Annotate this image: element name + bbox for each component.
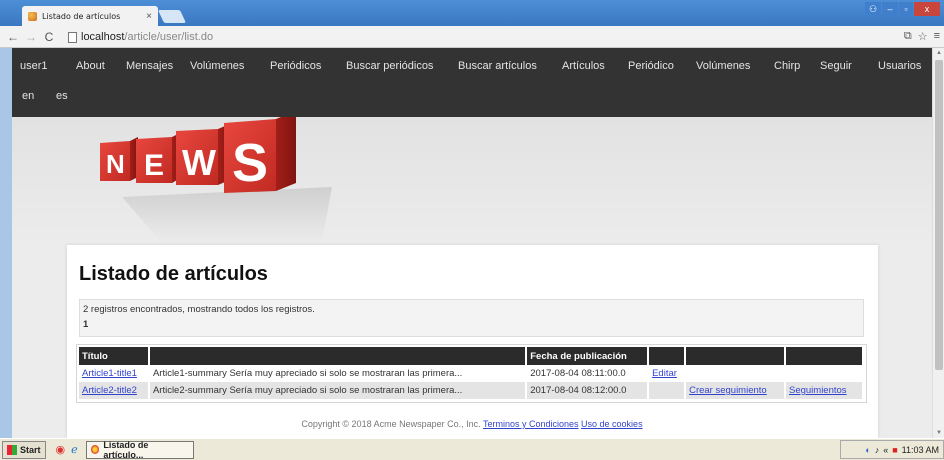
- page-scrollbar[interactable]: ▲ ▼: [932, 48, 944, 438]
- maximize-icon[interactable]: ▫: [899, 2, 913, 16]
- article-summary: Article2-summary Sería muy apreciado si …: [148, 382, 528, 399]
- column-header-title[interactable]: Título: [79, 347, 150, 365]
- top-navbar: user1 About Mensajes Volúmenes Periódicos Bus…: [12, 48, 932, 117]
- browser-tab[interactable]: Listado de artículos ×: [22, 6, 158, 26]
- nav-item-11[interactable]: Seguir: [820, 60, 852, 72]
- edit-link[interactable]: Editar: [652, 368, 677, 379]
- taskbar: Start ◉ ℯ Listado de artículo... ◐ ♪ « ■…: [0, 438, 944, 460]
- article-summary: Article1-summary Sería muy apreciado si …: [148, 365, 528, 382]
- new-tab-button[interactable]: [157, 10, 187, 23]
- clock: 11:03 AM: [901, 444, 939, 455]
- nav-item-8[interactable]: Periódico: [628, 60, 674, 72]
- banner-letter-s: S: [232, 133, 268, 193]
- table-row: Article1-title1 Article1-summary Sería m…: [79, 365, 865, 382]
- windows-flag-icon: [7, 444, 17, 455]
- close-window-icon[interactable]: x: [914, 2, 940, 16]
- start-button[interactable]: Start: [2, 440, 46, 459]
- minimize-icon[interactable]: –: [882, 2, 898, 16]
- scrollbar-thumb[interactable]: [935, 60, 943, 370]
- page-number[interactable]: 1: [83, 319, 860, 330]
- address-bar: ← → C localhost /article/user/list.do ⧉ …: [0, 26, 944, 48]
- nav-item-5[interactable]: Buscar periódicos: [346, 60, 433, 72]
- taskbar-item-browser[interactable]: Listado de artículo...: [85, 439, 194, 460]
- page-footer: Copyright © 2018 Acme Newspaper Co., Inc…: [12, 419, 932, 429]
- nav-item-9[interactable]: Volúmenes: [696, 60, 750, 72]
- nav-item-0[interactable]: user1: [20, 60, 48, 72]
- ie-quicklaunch-icon[interactable]: ℯ: [71, 443, 78, 456]
- banner-letter-w: W: [182, 142, 216, 183]
- articles-table: Título Fecha de publicación Article1-tit…: [79, 347, 865, 399]
- alert-icon[interactable]: ■: [892, 445, 897, 455]
- nav-item-10[interactable]: Chirp: [774, 60, 800, 72]
- column-header-summary: [148, 347, 528, 365]
- scroll-up-icon[interactable]: ▲: [936, 50, 942, 56]
- scroll-down-icon[interactable]: ▼: [936, 430, 942, 436]
- back-arrow-icon[interactable]: ←: [6, 30, 20, 44]
- tab-title: Listado de artículos: [42, 11, 121, 21]
- cookies-link[interactable]: Uso de cookies: [581, 419, 643, 429]
- language-es[interactable]: es: [56, 90, 68, 102]
- page-title: Listado de artículos: [79, 263, 268, 285]
- url-path: /article/user/list.do: [124, 31, 214, 43]
- create-follow-link[interactable]: Crear seguimiento: [689, 385, 767, 396]
- banner-letter-e: E: [144, 149, 164, 182]
- nav-menu-row: user1 About Mensajes Volúmenes Periódicos Bus…: [12, 48, 932, 83]
- volume-icon[interactable]: ♪: [875, 445, 880, 455]
- tray-expand-icon[interactable]: «: [883, 445, 888, 455]
- nav-item-3[interactable]: Volúmenes: [190, 60, 244, 72]
- language-en[interactable]: en: [22, 90, 34, 102]
- browser-tab-strip: Listado de artículos × ⚇ – ▫ x: [0, 0, 944, 26]
- terms-link[interactable]: Terminos y Condiciones: [483, 419, 579, 429]
- article-date: 2017-08-04 08:11:00.0: [526, 365, 650, 382]
- browser-actions: ⧉ ☆ ≡: [904, 30, 940, 43]
- tab-close-icon[interactable]: ×: [146, 11, 152, 22]
- url-field[interactable]: localhost /article/user/list.do: [68, 29, 898, 45]
- nav-item-6[interactable]: Buscar artículos: [458, 60, 537, 72]
- nav-item-1[interactable]: About: [76, 60, 105, 72]
- chrome-favicon-icon: [28, 11, 37, 21]
- article-date: 2017-08-04 08:12:00.0: [526, 382, 650, 399]
- pagination-banner: 2 registros encontrados, mostrando todos…: [79, 299, 864, 337]
- content-card: Listado de artículos 2 registros encontr…: [67, 245, 878, 438]
- page-icon: [68, 31, 77, 43]
- language-row: en es: [12, 83, 932, 117]
- forward-arrow-icon[interactable]: →: [24, 30, 38, 44]
- nav-item-4[interactable]: Periódicos: [270, 60, 321, 72]
- quick-launch: ◉ ℯ: [56, 443, 78, 456]
- taskbar-item-label: Listado de artículo...: [103, 439, 149, 460]
- translate-icon[interactable]: ⧉: [904, 30, 912, 43]
- table-row: Article2-title2 Article2-summary Sería m…: [79, 382, 865, 399]
- start-label: Start: [20, 444, 41, 455]
- nav-item-7[interactable]: Artículos: [562, 60, 605, 72]
- followers-link[interactable]: Seguimientos: [789, 385, 847, 396]
- nav-item-12[interactable]: Usuarios: [878, 60, 921, 72]
- news-logo-image: N E W S: [100, 117, 332, 243]
- system-tray: ◐ ♪ « ■ 11:03 AM: [840, 440, 944, 459]
- copyright-text: Copyright © 2018 Acme Newspaper Co., Inc…: [301, 419, 481, 429]
- network-icon[interactable]: ◐: [865, 445, 870, 455]
- table-header-row: Título Fecha de publicación: [79, 347, 865, 365]
- reload-icon[interactable]: C: [42, 30, 56, 44]
- nav-item-2[interactable]: Mensajes: [126, 60, 173, 72]
- article-title-link[interactable]: Article2-title2: [82, 385, 137, 396]
- chrome-quicklaunch-icon[interactable]: ◉: [56, 443, 66, 456]
- column-header-follow: [685, 347, 786, 365]
- article-title-link[interactable]: Article1-title1: [82, 368, 137, 379]
- page-viewport: user1 About Mensajes Volúmenes Periódicos Bus…: [12, 48, 932, 438]
- chrome-icon: [90, 445, 100, 454]
- profile-icon[interactable]: ⚇: [865, 2, 881, 16]
- banner-letter-n: N: [106, 149, 125, 179]
- bookmark-star-icon[interactable]: ☆: [918, 30, 928, 43]
- menu-icon[interactable]: ≡: [934, 30, 940, 43]
- column-header-date[interactable]: Fecha de publicación: [526, 347, 650, 365]
- window-controls: ⚇ – ▫ x: [865, 2, 940, 16]
- records-info: 2 registros encontrados, mostrando todos…: [83, 304, 315, 315]
- column-header-followers: [784, 347, 865, 365]
- url-host: localhost: [81, 31, 125, 43]
- column-header-edit: [648, 347, 687, 365]
- news-banner: N E W S: [12, 117, 932, 247]
